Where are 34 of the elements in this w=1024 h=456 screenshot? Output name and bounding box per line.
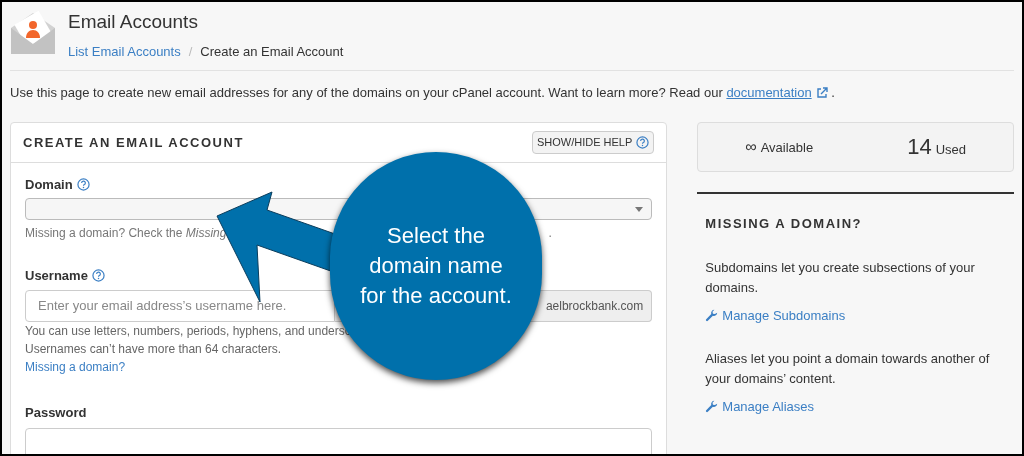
breadcrumb-link[interactable]: List Email Accounts: [68, 42, 181, 62]
help-icon[interactable]: [636, 135, 650, 149]
envelope-icon: [10, 10, 56, 56]
sidebar-text: Subdomains let you create subsections of your domains.: [705, 258, 976, 297]
breadcrumb-separator: /: [187, 43, 194, 61]
stat-label: Available: [760, 138, 814, 157]
field-label: Password: [25, 404, 87, 420]
dropdown-caret-icon: [635, 206, 644, 212]
sidebar-text: Aliases let you point a domain towards another of your domains’ content.: [705, 350, 991, 388]
domain-hint: Missing a domain? Check the Missing: [25, 225, 227, 242]
stat-value: 14: [907, 135, 932, 159]
missing-domain-link[interactable]: Missing a domain?: [25, 357, 653, 376]
domain-hint-end: .: [548, 225, 552, 242]
wrench-icon: [705, 308, 719, 322]
external-link-icon: [815, 87, 828, 100]
sidebar-link[interactable]: Manage Aliases: [705, 397, 1006, 417]
panel-title: CREATE AN EMAIL ACCOUNT: [23, 133, 244, 152]
infinity-symbol: ∞: [745, 137, 757, 157]
sidebar-title: MISSING A DOMAIN?: [705, 215, 863, 233]
intro-text: Use this page to create new email addresses for any of the domains on your cPanel account. Want to learn more? Read our documentation .: [9, 83, 836, 102]
help-icon[interactable]: [76, 177, 90, 191]
password-field[interactable]: [25, 427, 653, 454]
field-label: Domain: [25, 175, 73, 194]
documentation-link[interactable]: documentation: [726, 84, 828, 100]
breadcrumb-current: Create an Email Account: [200, 43, 344, 61]
username-hint: Usernames can’t have more than 64 characters.: [25, 340, 283, 358]
wrench-icon: [705, 400, 719, 414]
sidebar-link[interactable]: Manage Subdomains: [705, 305, 1006, 325]
show-hide-help-button[interactable]: SHOW/HIDE HELP: [531, 131, 655, 154]
stat-label: Used: [935, 140, 966, 159]
page-title: Email Accounts: [68, 10, 199, 34]
help-icon[interactable]: [91, 269, 105, 283]
field-label: Username: [25, 267, 88, 285]
username-field[interactable]: Enter your email address’s username here.: [25, 289, 335, 322]
